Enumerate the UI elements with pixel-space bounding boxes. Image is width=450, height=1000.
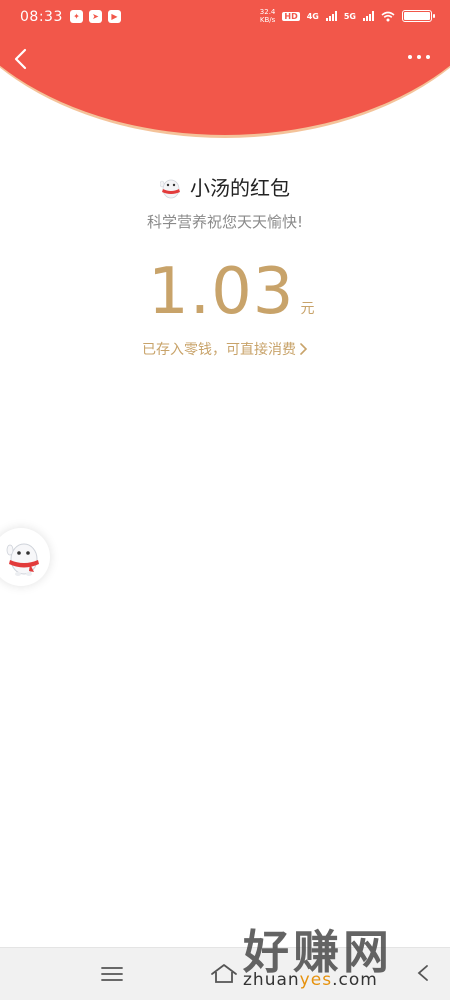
amount-value: 1.03 [148,255,295,329]
back-icon[interactable] [10,46,34,72]
mascot-icon [6,543,39,576]
notification-icons: ✦ ➤ ▶ [70,10,121,23]
status-bar: 08:33 ✦ ➤ ▶ 32.4 KB/s HD 4G 5G [0,0,450,36]
network-5g-label: 5G [343,11,356,21]
amount-row: 1.03 元 [148,255,315,329]
home-icon[interactable] [209,962,239,984]
status-right-icons: 32.4 KB/s HD 4G 5G [259,8,435,24]
telegram-icon: ➤ [89,10,102,23]
signal-icon-2 [363,11,374,21]
back-nav-icon[interactable] [415,964,431,982]
network-speed: 32.4 KB/s [259,8,276,24]
greeting-text: 科学营养祝您天天愉快! [146,213,303,231]
deposit-tip-text: 已存入零钱，可直接消费 [142,342,296,358]
network-4g-label: 4G [306,11,319,21]
chevron-right-icon [300,343,308,355]
status-time: 08:33 [20,9,63,25]
amount-unit: 元 [300,301,315,317]
deposit-link[interactable]: 已存入零钱，可直接消费 [0,339,450,359]
more-icon[interactable] [408,55,430,59]
wifi-icon [381,11,395,21]
battery-icon [402,10,435,22]
signal-icon [325,11,337,21]
mascot-icon [160,179,180,198]
floating-mascot-button[interactable] [0,528,50,586]
sender-row: 小汤的红包 [0,172,450,201]
menu-icon[interactable] [101,966,123,982]
app-notification-icon: ✦ [70,10,83,23]
sender-title: 小汤的红包 [190,176,290,200]
system-nav-bar [0,947,450,1000]
hd-badge: HD [282,11,300,21]
video-icon: ▶ [108,10,121,23]
red-packet-detail-page: 08:33 ✦ ➤ ▶ 32.4 KB/s HD 4G 5G 小汤的红包 科学营… [0,0,450,1000]
